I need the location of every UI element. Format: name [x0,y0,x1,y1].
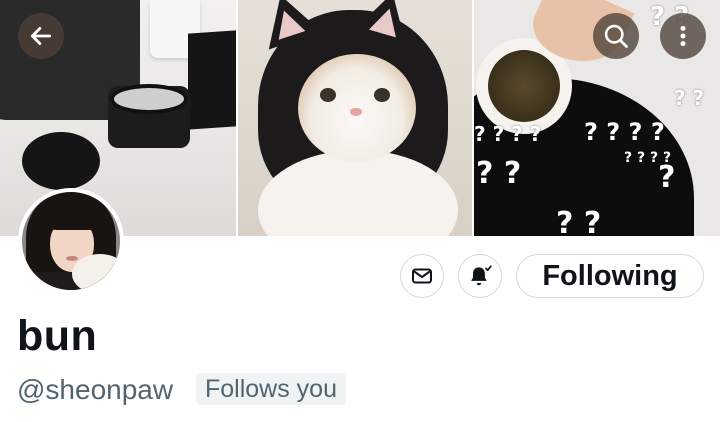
more-options-button[interactable] [660,13,706,59]
banner-text: ? ? ? ? [584,118,665,146]
banner-text: ? ? ? ? [474,122,542,146]
banner-text: ? ? [476,156,522,191]
avatar-image [22,192,120,290]
message-button[interactable] [400,254,444,298]
notifications-button[interactable] [458,254,502,298]
user-handle: @sheonpaw [17,374,174,405]
back-button[interactable] [18,13,64,59]
search-button[interactable] [593,13,639,59]
arrow-left-icon [30,27,52,45]
envelope-icon [412,268,432,284]
bell-check-icon [471,265,492,286]
display-name: bun [17,312,98,360]
banner-text: ? ? [674,86,705,110]
more-vertical-icon [680,25,686,47]
follows-you-badge: Follows you [196,373,346,405]
banner-photo-cat [238,0,472,236]
following-button[interactable]: Following [516,254,704,298]
profile-avatar[interactable] [18,188,124,294]
banner-text: ? [658,160,676,195]
search-icon [604,24,628,48]
banner-text: ? ? [556,206,602,236]
